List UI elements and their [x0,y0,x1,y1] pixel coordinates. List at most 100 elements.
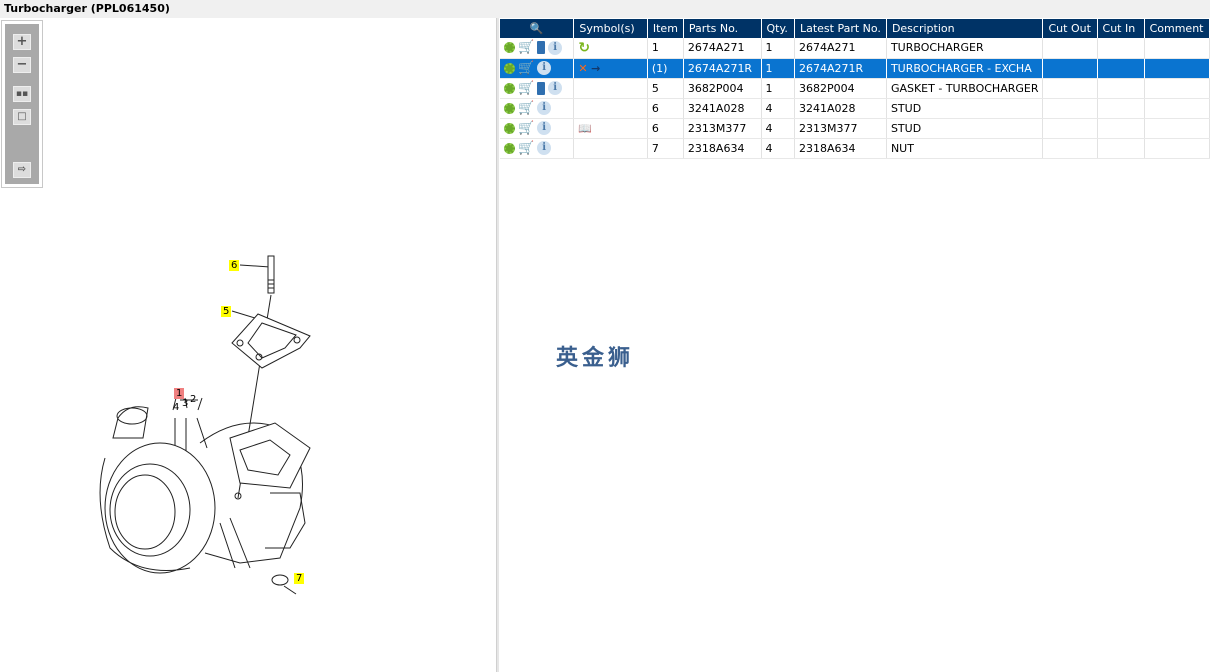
cart-icon[interactable]: 🛒 [518,121,534,136]
column-header-parts-no[interactable]: Parts No. [683,19,762,38]
cut-in-cell [1097,118,1145,139]
item-cell: 6 [647,118,684,139]
row-actions: 🛒 i [500,78,575,99]
callout-6[interactable]: 6 [229,260,240,271]
callout-3[interactable]: 3 [180,398,190,409]
latest-part-no-cell: 2318A634 [794,138,887,159]
cart-icon[interactable]: 🛒 [518,40,534,55]
info-icon[interactable]: i [537,121,552,135]
table-row[interactable]: 🛒 i 5 3682P004 1 3682P004 GASKET - TURBOC… [500,78,1210,99]
info-icon[interactable]: i [537,101,552,115]
parts-table: 🔍 Symbol(s) Item Parts No. Qty. Latest P… [500,19,1210,159]
cut-out-cell [1042,138,1098,159]
qty-cell: 4 [761,118,795,139]
item-cell: (1) [647,58,684,79]
cut-in-cell [1097,58,1145,79]
gear-icon[interactable] [504,142,515,154]
column-header-cut-in[interactable]: Cut In [1097,19,1145,38]
comment-cell [1144,58,1210,79]
comment-cell [1144,138,1210,159]
gear-icon[interactable] [504,122,515,134]
table-row[interactable]: 🛒 i ↻ 1 2674A271 1 2674A271 TURBOCHARGER [500,38,1210,59]
symbols-cell: ✕ → [573,58,648,79]
column-header-comment[interactable]: Comment [1144,19,1210,38]
description-cell: NUT [886,138,1044,159]
diagram-panel[interactable]: + − ▪▪ □ ⇨ 6 5 1 2 3 4 7 [0,18,496,672]
view-icon[interactable]: 📖 [578,122,592,135]
row-actions: 🛒 i [500,58,575,79]
turbocharger-drawing [99,255,311,595]
symbols-cell [573,78,648,99]
info-icon[interactable]: i [548,40,563,55]
cut-out-cell [1042,98,1098,119]
description-cell: STUD [886,98,1044,119]
callout-5[interactable]: 5 [221,306,232,317]
row-actions: 🛒 i [500,38,575,59]
column-header-latest-part-no[interactable]: Latest Part No. [794,19,887,38]
cart-icon[interactable]: 🛒 [518,61,534,76]
cut-out-cell [1042,58,1098,79]
comment-cell [1144,118,1210,139]
replace-icon[interactable]: ✕ → [578,62,600,75]
info-icon[interactable]: i [548,81,563,95]
parts-list-panel: 🔍 Symbol(s) Item Parts No. Qty. Latest P… [499,18,1210,672]
magnifier-icon: 🔍 [529,22,544,35]
cut-in-cell [1097,138,1145,159]
latest-part-no-cell: 2313M377 [794,118,887,139]
table-row[interactable]: 🛒 i 6 3241A028 4 3241A028 STUD [500,98,1210,119]
item-cell: 5 [647,78,684,99]
refresh-icon[interactable]: ↻ [578,40,590,56]
info-icon[interactable]: i [537,61,552,75]
comment-cell [1144,78,1210,99]
latest-part-no-cell: 3682P004 [794,78,887,99]
qty-cell: 1 [761,78,795,99]
table-row[interactable]: 🛒 i ✕ → (1) 2674A271R 1 2674A271R TURBOCH… [500,58,1210,79]
cart-icon[interactable]: 🛒 [518,81,534,96]
cut-in-cell [1097,98,1145,119]
book-icon[interactable] [537,41,546,55]
row-actions: 🛒 i [500,138,575,159]
qty-cell: 4 [761,98,795,119]
description-cell: GASKET - TURBOCHARGER [886,78,1044,99]
column-header-item[interactable]: Item [647,19,684,38]
book-icon[interactable] [537,81,546,95]
comment-cell [1144,98,1210,119]
parts-no-cell: 2313M377 [683,118,762,139]
item-cell: 6 [647,98,684,119]
parts-no-cell: 2318A634 [683,138,762,159]
column-header-description[interactable]: Description [886,19,1044,38]
cut-in-cell [1097,78,1145,99]
qty-cell: 1 [761,58,795,79]
comment-cell [1144,38,1210,59]
info-icon[interactable]: i [537,141,552,155]
row-actions: 🛒 i [500,118,575,139]
gear-icon[interactable] [504,82,515,94]
cart-icon[interactable]: 🛒 [518,141,534,156]
callout-7[interactable]: 7 [294,573,305,584]
qty-cell: 4 [761,138,795,159]
latest-part-no-cell: 3241A028 [794,98,887,119]
gear-icon[interactable] [504,62,515,74]
description-cell: TURBOCHARGER - EXCHA [886,58,1044,79]
gear-icon[interactable] [504,42,515,54]
parts-no-cell: 2674A271R [683,58,762,79]
symbols-cell [573,98,648,119]
item-cell: 1 [647,38,684,59]
column-header-icons[interactable]: 🔍 [500,19,575,38]
cut-out-cell [1042,118,1098,139]
symbols-cell: 📖 [573,118,648,139]
window-title: Turbocharger (PPL061450) [0,0,1210,18]
column-header-symbols[interactable]: Symbol(s) [573,19,648,38]
table-row[interactable]: 🛒 i 7 2318A634 4 2318A634 NUT [500,138,1210,159]
cut-in-cell [1097,38,1145,59]
watermark: 英金狮 [556,346,635,371]
cut-out-cell [1042,38,1098,59]
gear-icon[interactable] [504,102,515,114]
cart-icon[interactable]: 🛒 [518,101,534,116]
description-cell: STUD [886,118,1044,139]
table-row[interactable]: 🛒 i 📖 6 2313M377 4 2313M377 STUD [500,118,1210,139]
column-header-cut-out[interactable]: Cut Out [1042,19,1098,38]
callout-4[interactable]: 4 [171,402,181,413]
parts-no-cell: 3682P004 [683,78,762,99]
column-header-qty[interactable]: Qty. [761,19,795,38]
